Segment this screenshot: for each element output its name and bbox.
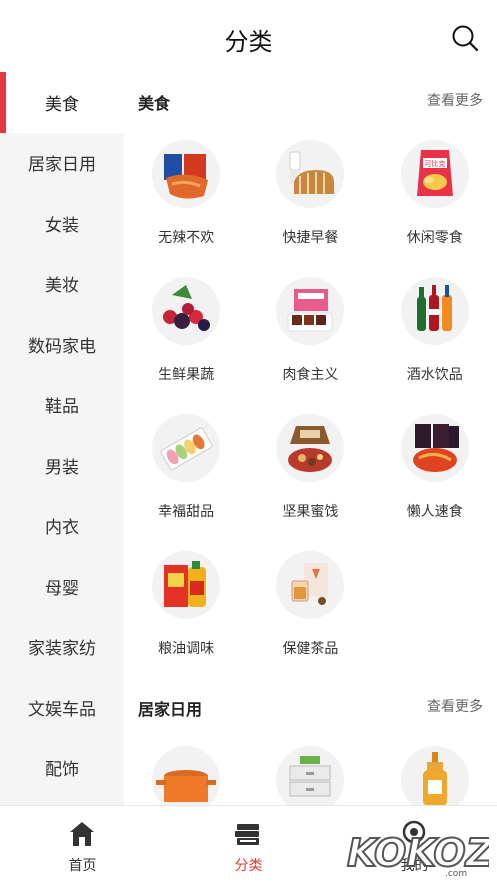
tab-home[interactable]: 首页: [0, 806, 165, 883]
sidebar-item-food[interactable]: 美食: [0, 72, 124, 133]
subcategory-item[interactable]: 肉食主义: [248, 263, 372, 400]
svg-text:KOKOZ: KOKOZ: [347, 831, 489, 875]
sidebar-item-men-clothing[interactable]: 男装: [0, 435, 124, 496]
macaron-icon: [152, 414, 220, 482]
section-header: 居家日用 查看更多: [124, 678, 497, 732]
category-sidebar: 美食 居家日用 女装 美妆 数码家电 鞋品 男装 内衣 母婴 家装家纺 文娱车品…: [0, 72, 124, 805]
subcategory-item[interactable]: 懒人速食: [373, 400, 497, 537]
subcategory-item[interactable]: 快捷早餐: [248, 126, 372, 263]
subcategory-item[interactable]: [248, 732, 372, 805]
subcategory-label: 肉食主义: [282, 367, 339, 383]
pot-icon: [152, 746, 220, 805]
nuts-icon: [276, 414, 345, 482]
subcategory-grid: 无辣不欢 快捷早餐 可比克 休闲零食 生鲜果蔬 肉食主义 酒水饮品 幸福甜品 坚…: [124, 126, 497, 674]
subcategory-label: 生鲜果蔬: [158, 367, 215, 383]
subcategory-item[interactable]: 幸福甜品: [124, 400, 248, 537]
subcategory-label: 无辣不欢: [158, 230, 215, 246]
subcategory-grid: [124, 732, 497, 805]
sidebar-item-label: 家装家纺: [28, 639, 96, 660]
subcategory-item[interactable]: 保健茶品: [248, 537, 372, 674]
sidebar-item-home-textile[interactable]: 家装家纺: [0, 617, 124, 678]
sidebar-item-baby[interactable]: 母婴: [0, 556, 124, 617]
home-icon: [70, 822, 94, 846]
bottle-icon: [400, 746, 469, 805]
sidebar-item-beauty[interactable]: 美妆: [0, 254, 124, 315]
watermark-logo: KOKOZ .com: [346, 830, 489, 879]
bread-icon: [276, 140, 345, 208]
svg-text:.com: .com: [445, 869, 467, 879]
subcategory-label: 坚果蜜饯: [282, 504, 339, 520]
sidebar-item-digital[interactable]: 数码家电: [0, 314, 124, 375]
see-more-link[interactable]: 查看更多: [427, 696, 483, 716]
subcategory-item[interactable]: 坚果蜜饯: [248, 400, 372, 537]
sidebar-item-label: 居家日用: [28, 155, 96, 176]
subcategory-label: 幸福甜品: [158, 504, 215, 520]
search-icon[interactable]: [451, 24, 479, 52]
sidebar-item-women-clothing[interactable]: 女装: [0, 193, 124, 254]
sidebar-item-label: 母婴: [45, 578, 79, 599]
see-more-link[interactable]: 查看更多: [427, 90, 483, 110]
sidebar-item-household[interactable]: 居家日用: [0, 133, 124, 194]
sidebar-item-entertainment-car[interactable]: 文娱车品: [0, 677, 124, 738]
section-title: 居家日用: [138, 700, 203, 719]
sidebar-item-shoes[interactable]: 鞋品: [0, 375, 124, 436]
berries-icon: [152, 277, 220, 345]
sidebar-item-underwear[interactable]: 内衣: [0, 496, 124, 557]
oil-rice-icon: [152, 551, 220, 619]
sidebar-item-label: 配饰: [45, 760, 79, 781]
page-title: 分类: [224, 28, 273, 56]
section-header: 美食 查看更多: [124, 72, 497, 126]
sidebar-item-label: 美食: [45, 94, 79, 115]
subcategory-item[interactable]: 粮油调味: [124, 537, 248, 674]
chips-icon: 可比克: [400, 140, 469, 208]
subcategory-label: 休闲零食: [406, 230, 463, 246]
sidebar-item-label: 文娱车品: [28, 699, 96, 720]
sidebar-item-label: 男装: [45, 457, 79, 478]
sidebar-item-label: 鞋品: [45, 397, 79, 418]
section-title: 美食: [138, 94, 171, 113]
storage-box-icon: [276, 746, 345, 805]
instant-noodle-icon: [400, 414, 469, 482]
meat-icon: [276, 277, 345, 345]
sidebar-item-label: 美妆: [45, 276, 79, 297]
svg-text:可比克: 可比克: [424, 159, 445, 168]
books-icon: [235, 824, 259, 845]
subcategory-label: 快捷早餐: [282, 230, 339, 246]
subcategory-item[interactable]: 生鲜果蔬: [124, 263, 248, 400]
sidebar-item-label: 女装: [45, 215, 79, 236]
subcategory-item[interactable]: 无辣不欢: [124, 126, 248, 263]
subcategory-label: 酒水饮品: [406, 367, 463, 383]
drinks-icon: [400, 277, 469, 345]
spicy-snack-icon: [152, 140, 220, 208]
subcategory-item[interactable]: 酒水饮品: [373, 263, 497, 400]
subcategory-item[interactable]: [124, 732, 248, 805]
subcategory-label: 保健茶品: [282, 641, 339, 657]
tab-label: 首页: [68, 858, 97, 874]
subcategory-item[interactable]: 可比克 休闲零食: [373, 126, 497, 263]
tab-label: 分类: [234, 858, 263, 874]
category-content: 美食 查看更多 无辣不欢 快捷早餐 可比克 休闲零食 生鲜果蔬 肉食主义 酒水饮…: [124, 72, 497, 805]
tea-icon: [276, 551, 345, 619]
subcategory-label: 懒人速食: [406, 504, 463, 520]
sidebar-item-label: 内衣: [45, 518, 79, 539]
sidebar-item-label: 数码家电: [28, 336, 96, 357]
tab-category[interactable]: 分类: [166, 806, 331, 883]
subcategory-item[interactable]: [373, 732, 497, 805]
sidebar-item-accessories[interactable]: 配饰: [0, 738, 124, 799]
top-header: 分类: [0, 0, 497, 72]
subcategory-label: 粮油调味: [158, 641, 215, 657]
